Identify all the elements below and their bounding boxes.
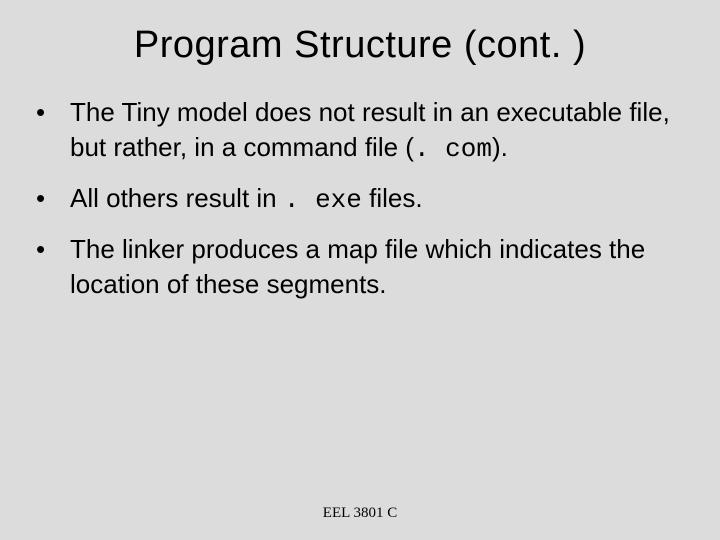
- slide-footer: EEL 3801 C: [0, 505, 720, 522]
- bullet-item: The linker produces a map file which ind…: [30, 232, 690, 302]
- slide: Program Structure (cont. ) The Tiny mode…: [0, 0, 720, 540]
- bullet-item: The Tiny model does not result in an exe…: [30, 95, 690, 167]
- slide-title: Program Structure (cont. ): [30, 24, 690, 67]
- bullet-list: The Tiny model does not result in an exe…: [30, 95, 690, 302]
- bullet-text: The linker produces a map file which ind…: [70, 234, 645, 299]
- bullet-text: files.: [362, 183, 423, 213]
- bullet-item: All others result in . exe files.: [30, 181, 690, 218]
- bullet-mono: . exe: [284, 185, 362, 215]
- bullet-mono: . com: [414, 134, 492, 164]
- bullet-text: ).: [492, 132, 508, 162]
- bullet-text: The Tiny model does not result in an exe…: [70, 97, 670, 162]
- bullet-text: All others result in: [70, 183, 284, 213]
